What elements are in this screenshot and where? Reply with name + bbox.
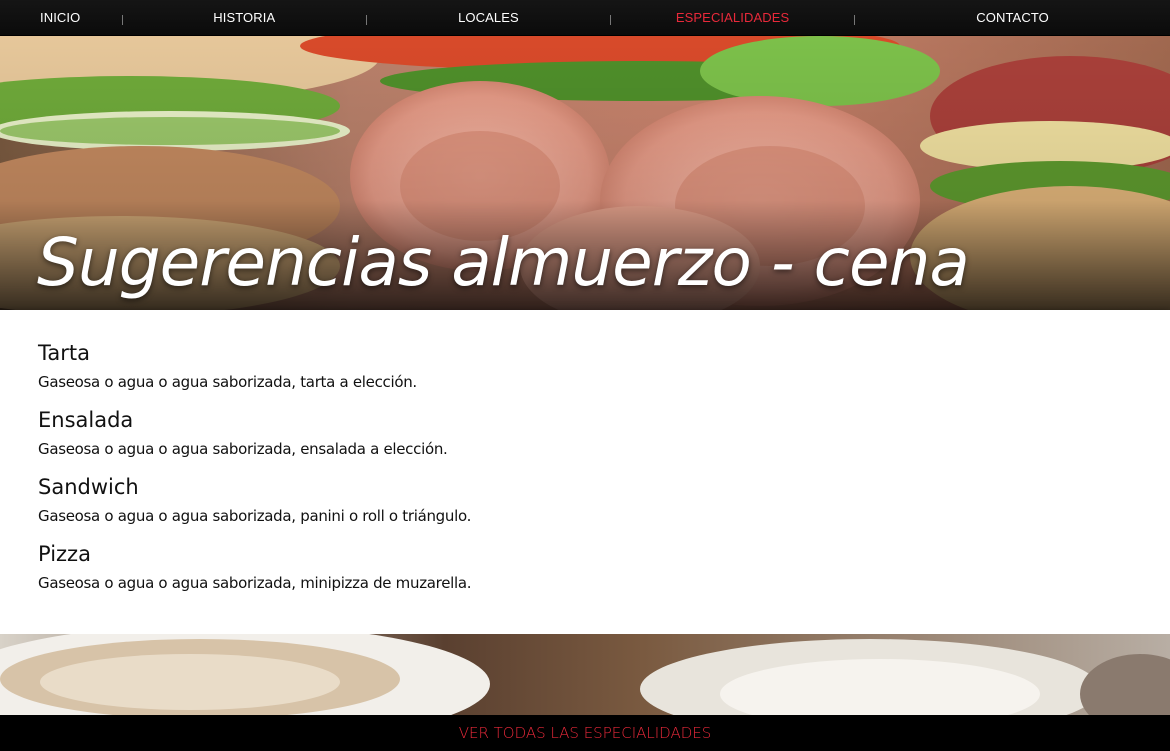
coffee-cups-photo	[0, 634, 1170, 715]
menu-item: Sandwich Gaseosa o agua o agua saborizad…	[38, 473, 1132, 526]
ver-todas-especialidades-link[interactable]: VER TODAS LAS ESPECIALIDADES	[459, 724, 712, 742]
footer: VER TODAS LAS ESPECIALIDADES	[0, 715, 1170, 751]
menu-item-name: Ensalada	[38, 408, 134, 432]
nav-item-locales[interactable]: LOCALES	[367, 0, 610, 36]
coffee-banner	[0, 634, 1170, 715]
nav-item-contacto[interactable]: CONTACTO	[855, 0, 1170, 36]
menu-item-description: Gaseosa o agua o agua saborizada, tarta …	[38, 373, 417, 391]
hero-banner: Sugerencias almuerzo - cena	[0, 36, 1170, 310]
menu-item: Ensalada Gaseosa o agua o agua saborizad…	[38, 406, 1132, 459]
menu-item-name: Tarta	[38, 341, 90, 365]
menu-item-name: Pizza	[38, 542, 91, 566]
main-nav: INICIO HISTORIA LOCALES ESPECIALIDADES C…	[0, 0, 1170, 36]
page-title: Sugerencias almuerzo - cena	[37, 224, 970, 301]
menu-item-name: Sandwich	[38, 475, 139, 499]
menu-item-description: Gaseosa o agua o agua saborizada, panini…	[38, 507, 472, 525]
menu-item: Tarta Gaseosa o agua o agua saborizada, …	[38, 339, 1132, 392]
menu-item-description: Gaseosa o agua o agua saborizada, minipi…	[38, 574, 472, 592]
menu-content: Tarta Gaseosa o agua o agua saborizada, …	[0, 310, 1170, 634]
nav-item-inicio[interactable]: INICIO	[0, 0, 122, 36]
nav-item-historia[interactable]: HISTORIA	[123, 0, 366, 36]
menu-item-description: Gaseosa o agua o agua saborizada, ensala…	[38, 440, 448, 458]
nav-item-especialidades[interactable]: ESPECIALIDADES	[611, 0, 854, 36]
menu-item: Pizza Gaseosa o agua o agua saborizada, …	[38, 540, 1132, 593]
